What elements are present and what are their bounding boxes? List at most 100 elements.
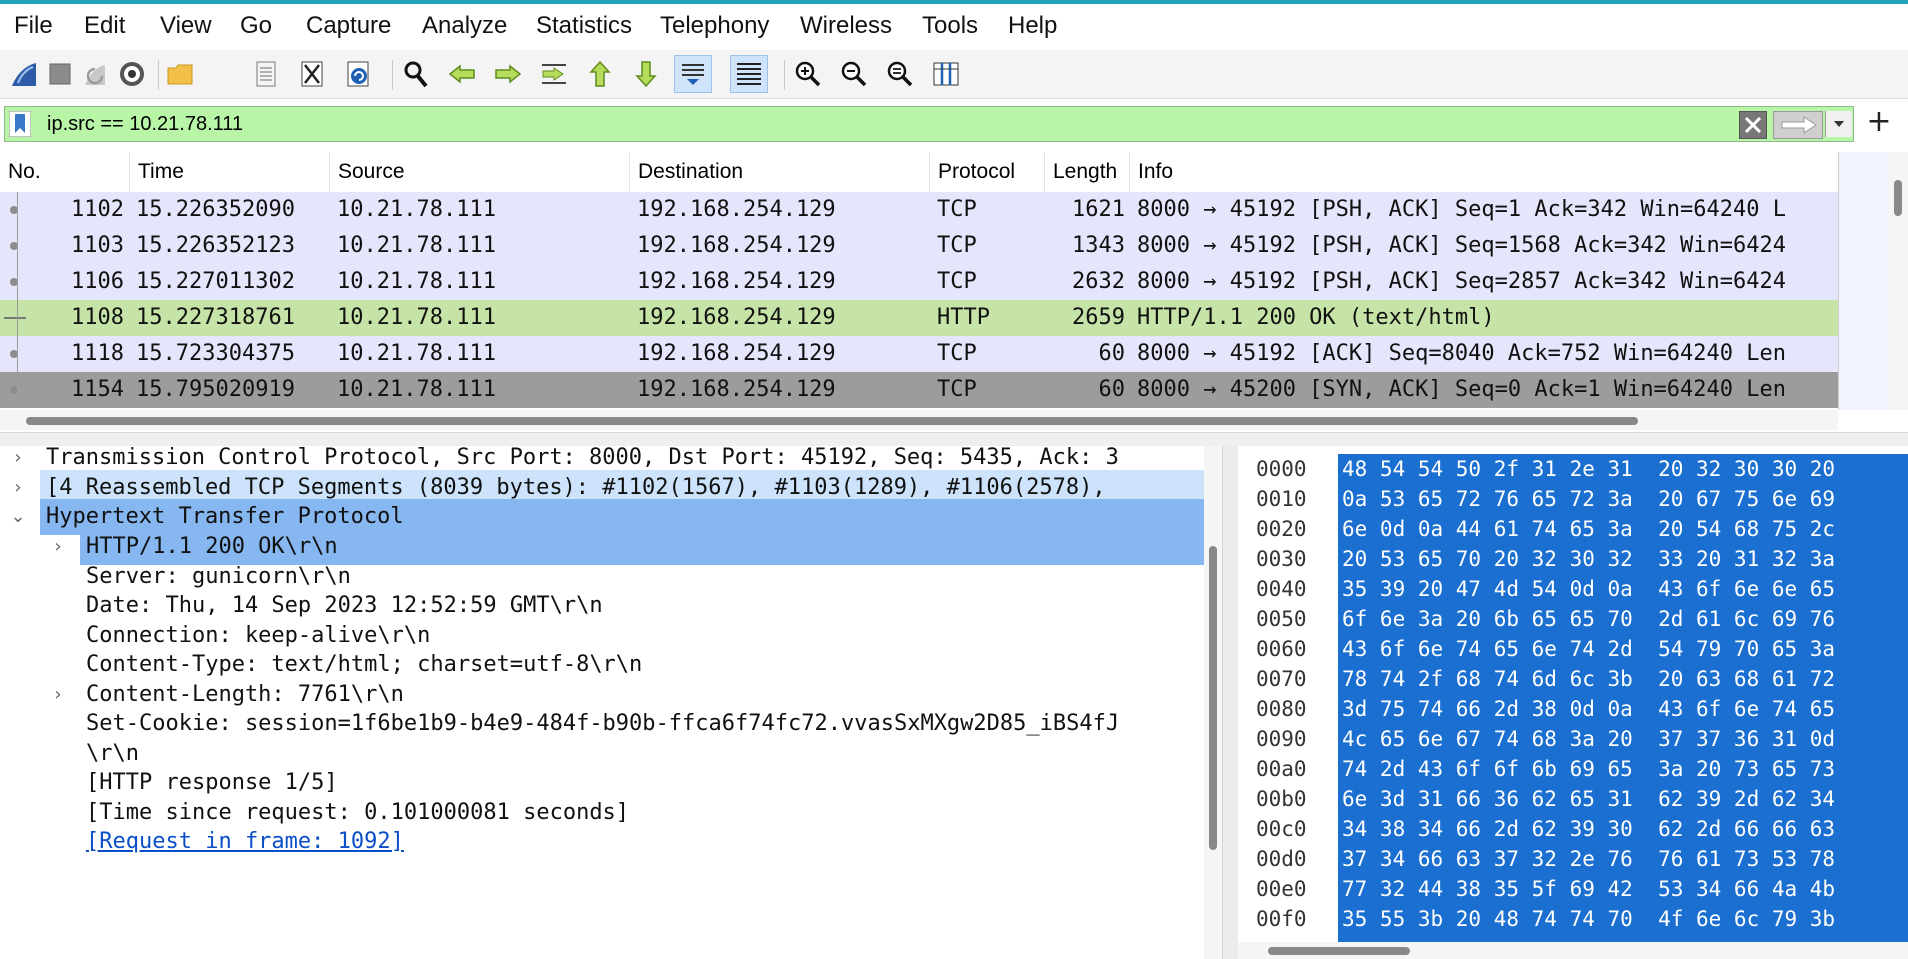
open-folder-icon[interactable] xyxy=(162,56,198,92)
zoom-out-icon[interactable] xyxy=(836,56,872,92)
column-header-time[interactable]: Time xyxy=(130,152,330,192)
bytes-row[interactable]: 0050 6f 6e 3a 20 6b 65 65 70 2d 61 6c 69 … xyxy=(1238,604,1908,634)
menu-file[interactable]: File xyxy=(14,12,53,40)
display-filter-bar xyxy=(4,106,1854,142)
bytes-row[interactable]: 00e0 77 32 44 38 35 5f 69 42 53 34 66 4a … xyxy=(1238,874,1908,904)
stop-capture-icon[interactable] xyxy=(42,56,78,92)
detail-tree-item[interactable]: [Request in frame: 1092] xyxy=(0,824,1204,860)
menu-statistics[interactable]: Statistics xyxy=(536,12,632,40)
menu-tools[interactable]: Tools xyxy=(922,12,978,40)
menu-telephony[interactable]: Telephony xyxy=(660,12,769,40)
menu-help[interactable]: Help xyxy=(1008,12,1057,40)
capture-options-icon[interactable] xyxy=(114,56,150,92)
filter-history-dropdown[interactable] xyxy=(1825,111,1852,137)
bytes-hex: 34 38 34 66 2d 62 39 30 62 2d 66 66 63 xyxy=(1342,817,1836,841)
packet-cell-info: 8000 → 45200 [SYN, ACK] Seq=0 Ack=1 Win=… xyxy=(1137,377,1787,402)
column-header-source[interactable]: Source xyxy=(330,152,630,192)
packet-minimap[interactable] xyxy=(1838,152,1889,410)
packet-row[interactable]: 1102 15.226352090 10.21.78.111 192.168.254.… xyxy=(0,192,1838,228)
packet-row[interactable]: 1108 15.227318761 10.21.78.111 192.168.254.… xyxy=(0,300,1838,336)
column-header-no[interactable]: No. xyxy=(0,152,130,192)
display-filter-input[interactable] xyxy=(47,110,1727,138)
column-header-length[interactable]: Length xyxy=(1045,152,1130,192)
first-packet-icon[interactable] xyxy=(582,56,618,92)
bytes-offset: 00b0 xyxy=(1256,787,1307,811)
autoscroll-icon[interactable] xyxy=(674,55,712,93)
menu-capture[interactable]: Capture xyxy=(306,12,391,40)
packet-cell-len: 1343 xyxy=(1072,233,1125,258)
packet-cell-proto: TCP xyxy=(937,233,977,258)
bytes-hscrollbar[interactable] xyxy=(1238,942,1908,959)
restart-capture-icon[interactable] xyxy=(78,56,114,92)
bytes-hex: 20 53 65 70 20 32 30 32 33 20 31 32 3a xyxy=(1342,547,1836,571)
resize-columns-icon[interactable] xyxy=(928,56,964,92)
bytes-row[interactable]: 00b0 6e 3d 31 66 36 62 65 31 62 39 2d 62 … xyxy=(1238,784,1908,814)
shark-fin-start-icon[interactable] xyxy=(6,56,42,92)
packet-cell-len: 60 xyxy=(1098,341,1126,366)
bytes-offset: 0090 xyxy=(1256,727,1307,751)
toolbar-separator xyxy=(392,60,393,90)
last-packet-icon[interactable] xyxy=(628,56,664,92)
packet-row[interactable]: 1154 15.795020919 10.21.78.111 192.168.254.… xyxy=(0,372,1838,408)
menu-analyze[interactable]: Analyze xyxy=(422,12,507,40)
bytes-row[interactable]: 0030 20 53 65 70 20 32 30 32 33 20 31 32 … xyxy=(1238,544,1908,574)
pane-splitter[interactable] xyxy=(0,432,1908,447)
zoom-normal-icon[interactable] xyxy=(882,56,918,92)
bytes-row[interactable]: 00f0 35 55 3b 20 48 74 74 70 4f 6e 6c 79 … xyxy=(1238,904,1908,934)
add-filter-button-icon[interactable]: + xyxy=(1864,104,1894,140)
packet-list-hscrollbar[interactable] xyxy=(0,410,1838,430)
packet-cell-dst: 192.168.254.129 xyxy=(637,305,836,330)
bytes-row[interactable]: 00a0 74 2d 43 6f 6f 6b 69 65 3a 20 73 65 … xyxy=(1238,754,1908,784)
bytes-hex: 35 55 3b 20 48 74 74 70 4f 6e 6c 79 3b xyxy=(1342,907,1836,931)
column-header-protocol[interactable]: Protocol xyxy=(930,152,1045,192)
packet-row[interactable]: 1103 15.226352123 10.21.78.111 192.168.254.… xyxy=(0,228,1838,264)
menu-edit[interactable]: Edit xyxy=(84,12,125,40)
bytes-row[interactable]: 00d0 37 34 66 63 37 32 2e 76 76 61 73 53 … xyxy=(1238,844,1908,874)
bytes-offset: 0010 xyxy=(1256,487,1307,511)
request-frame-link[interactable]: [Request in frame: 1092] xyxy=(80,824,404,860)
bytes-row[interactable]: 0080 3d 75 74 66 2d 38 0d 0a 43 6f 6e 74 … xyxy=(1238,694,1908,724)
go-back-icon[interactable] xyxy=(444,56,480,92)
bookmark-icon[interactable] xyxy=(9,111,31,137)
bytes-hex: 48 54 54 50 2f 31 2e 31 20 32 30 30 20 xyxy=(1342,457,1836,481)
menu-view[interactable]: View xyxy=(160,12,212,40)
bytes-row[interactable]: 0070 78 74 2f 68 74 6d 6c 3b 20 63 68 61 … xyxy=(1238,664,1908,694)
bytes-hex: 78 74 2f 68 74 6d 6c 3b 20 63 68 61 72 xyxy=(1342,667,1836,691)
bytes-offset: 00e0 xyxy=(1256,877,1307,901)
menu-go[interactable]: Go xyxy=(240,12,272,40)
packet-details-tree: › Transmission Control Protocol, Src Port… xyxy=(0,446,1204,959)
conversation-line xyxy=(17,192,18,406)
bytes-row[interactable]: 0060 43 6f 6e 74 65 6e 74 2d 54 79 70 65 … xyxy=(1238,634,1908,664)
zoom-in-icon[interactable] xyxy=(790,56,826,92)
apply-filter-icon[interactable] xyxy=(1773,111,1823,139)
bytes-row[interactable]: 0090 4c 65 6e 67 74 68 3a 20 37 37 36 31 … xyxy=(1238,724,1908,754)
colorize-icon[interactable] xyxy=(730,55,768,93)
packet-row[interactable]: 1106 15.227011302 10.21.78.111 192.168.254.… xyxy=(0,264,1838,300)
bytes-row[interactable]: 0000 48 54 54 50 2f 31 2e 31 20 32 30 30 … xyxy=(1238,454,1908,484)
go-to-packet-icon[interactable] xyxy=(536,56,572,92)
bytes-row[interactable]: 0010 0a 53 65 72 76 65 72 3a 20 67 75 6e … xyxy=(1238,484,1908,514)
close-file-icon[interactable] xyxy=(294,56,330,92)
bytes-row[interactable]: 0020 6e 0d 0a 44 61 74 65 3a 20 54 68 75 … xyxy=(1238,514,1908,544)
bytes-offset: 0050 xyxy=(1256,607,1307,631)
packet-list-vscrollbar[interactable] xyxy=(1888,152,1908,410)
details-vscrollbar[interactable] xyxy=(1204,446,1222,959)
packet-cell-dst: 192.168.254.129 xyxy=(637,197,836,222)
bytes-row[interactable]: 00c0 34 38 34 66 2d 62 39 30 62 2d 66 66 … xyxy=(1238,814,1908,844)
bytes-offset: 0070 xyxy=(1256,667,1307,691)
go-forward-icon[interactable] xyxy=(490,56,526,92)
packet-cell-time: 15.226352090 xyxy=(136,197,295,222)
bytes-row[interactable]: 0040 35 39 20 47 4d 54 0d 0a 43 6f 6e 6e … xyxy=(1238,574,1908,604)
column-header-info[interactable]: Info xyxy=(1130,152,1838,192)
packet-cell-proto: TCP xyxy=(937,377,977,402)
find-packet-icon[interactable] xyxy=(398,56,434,92)
bytes-hex: 37 34 66 63 37 32 2e 76 76 61 73 53 78 xyxy=(1342,847,1836,871)
bytes-hex: 74 2d 43 6f 6f 6b 69 65 3a 20 73 65 73 xyxy=(1342,757,1836,781)
column-header-destination[interactable]: Destination xyxy=(630,152,930,192)
clear-filter-icon[interactable] xyxy=(1739,111,1767,139)
packet-row[interactable]: 1118 15.723304375 10.21.78.111 192.168.254.… xyxy=(0,336,1838,372)
packet-cell-info: 8000 → 45192 [PSH, ACK] Seq=1 Ack=342 Wi… xyxy=(1137,197,1787,222)
reload-icon[interactable] xyxy=(340,56,376,92)
menu-wireless[interactable]: Wireless xyxy=(800,12,892,40)
file-icon[interactable] xyxy=(248,56,284,92)
